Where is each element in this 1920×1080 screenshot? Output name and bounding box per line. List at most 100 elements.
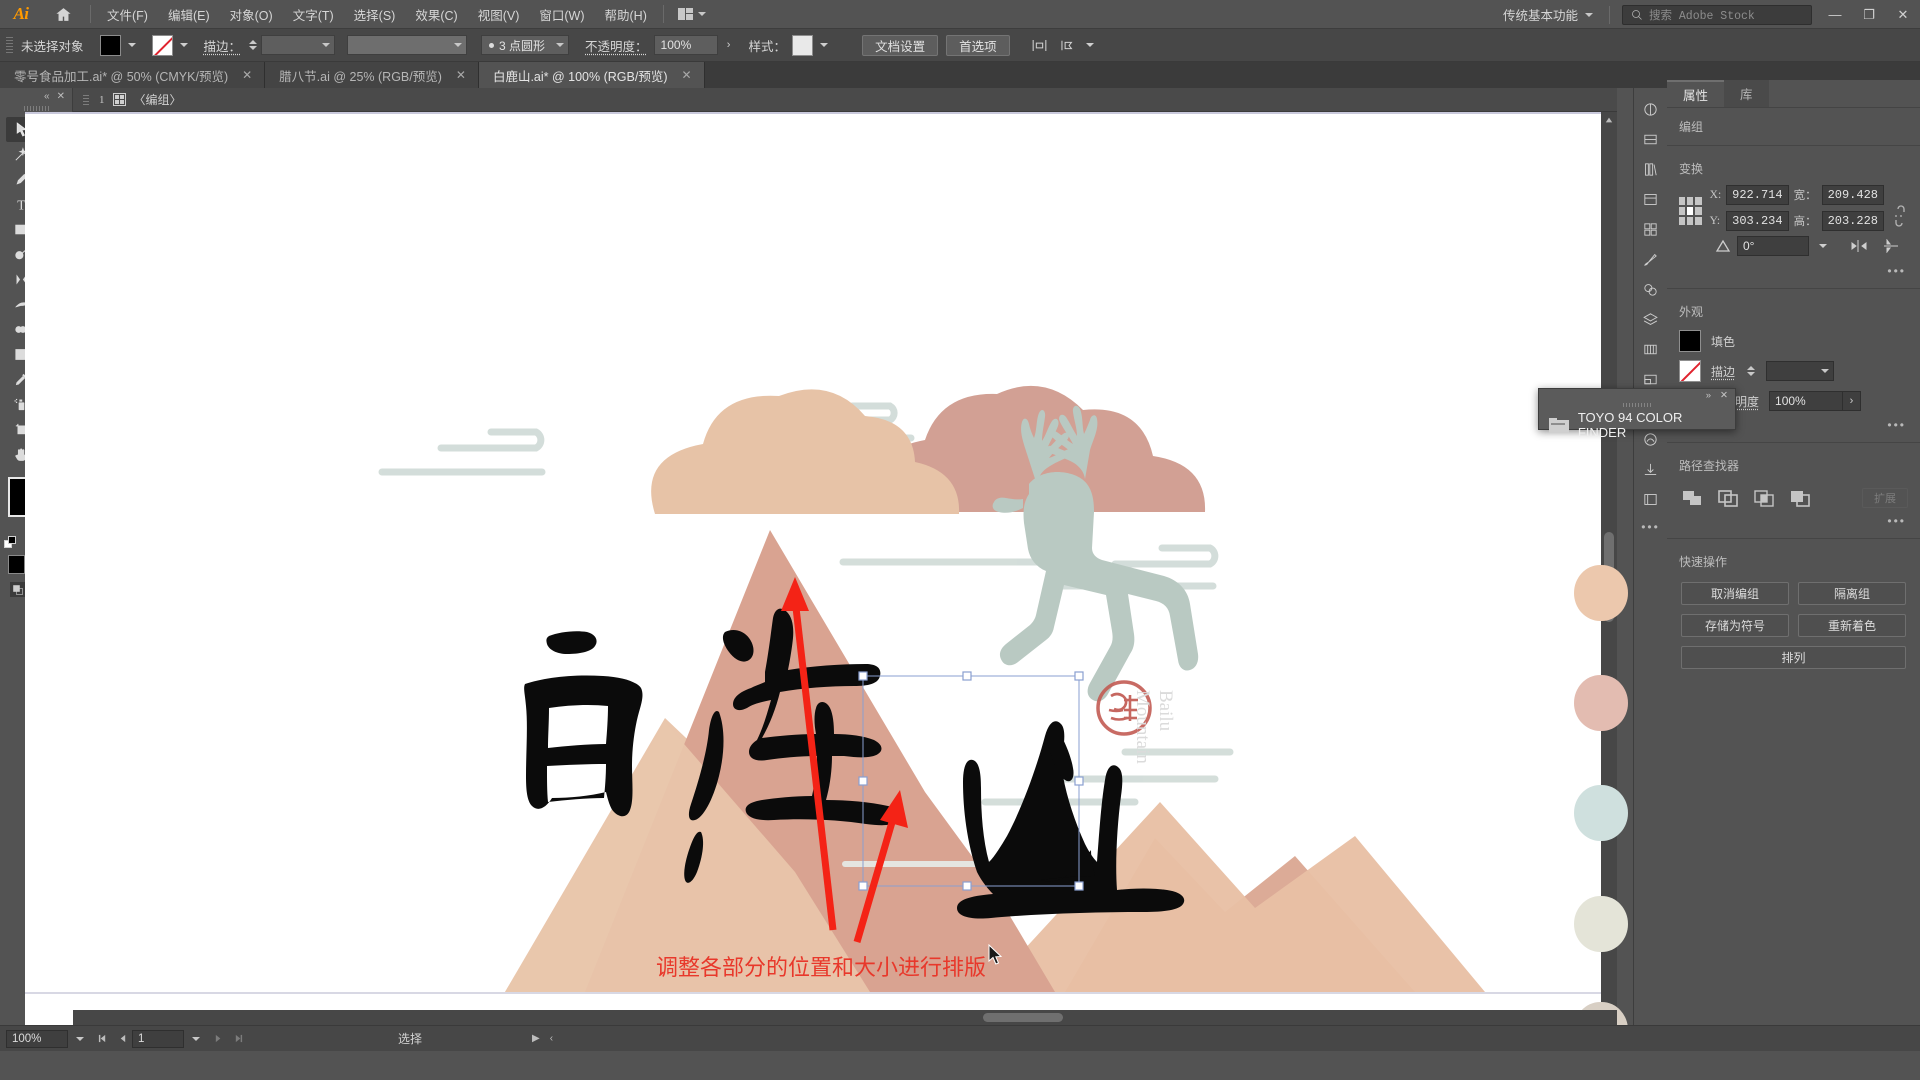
properties-icon[interactable] <box>1634 184 1667 214</box>
width-field[interactable]: 209.428 <box>1821 185 1884 205</box>
recolor-button[interactable]: 重新着色 <box>1798 614 1906 637</box>
minimize-icon[interactable]: — <box>1818 0 1852 29</box>
stock-search-input[interactable]: 搜索 Adobe Stock <box>1622 4 1812 25</box>
fill-dropdown-icon[interactable] <box>124 35 140 56</box>
color-guide-icon[interactable] <box>1634 124 1667 154</box>
document-setup-button[interactable]: 文档设置 <box>862 34 939 56</box>
close-icon[interactable]: ✕ <box>57 91 65 102</box>
stroke-weight-select[interactable] <box>1766 361 1835 381</box>
style-dropdown-icon[interactable] <box>816 35 832 56</box>
canvas[interactable]: Bailu Mountain 调整各部分的位置和大小进行排版 <box>25 112 1617 1025</box>
tab-libraries[interactable]: 库 <box>1724 80 1769 107</box>
libraries-icon[interactable] <box>1634 154 1667 184</box>
arrange-objects-icon[interactable] <box>1054 33 1082 57</box>
color-panel-icon[interactable] <box>1634 94 1667 124</box>
tab-document-3[interactable]: 白鹿山.ai* @ 100% (RGB/预览) ✕ <box>478 62 705 88</box>
stroke-weight-input[interactable] <box>261 35 336 55</box>
status-prev-icon[interactable]: ‹ <box>550 1033 553 1044</box>
last-page-icon[interactable] <box>228 1030 248 1048</box>
stroke-weight-stepper[interactable] <box>247 35 258 56</box>
preferences-button[interactable]: 首选项 <box>946 34 1010 56</box>
hscrollbar-thumb[interactable] <box>983 1013 1063 1022</box>
layers-icon[interactable] <box>1634 304 1667 334</box>
pathfinder-more-icon[interactable]: ••• <box>1667 512 1920 534</box>
close-icon[interactable]: ✕ <box>242 68 252 82</box>
collapse-icon[interactable]: « <box>44 91 50 102</box>
collapse-icon[interactable]: » <box>1706 390 1711 401</box>
status-next-icon[interactable]: ▶ <box>532 1033 540 1044</box>
flip-vertical-icon[interactable] <box>1883 238 1899 253</box>
stroke-dropdown-icon[interactable] <box>176 35 192 56</box>
stroke-swatch-none[interactable] <box>1679 360 1701 382</box>
rotation-field[interactable]: 0° <box>1737 235 1809 256</box>
unite-icon[interactable] <box>1681 488 1703 508</box>
menu-type[interactable]: 文字(T) <box>283 1 344 28</box>
broken-link-icon[interactable] <box>1892 205 1908 227</box>
canvas-horizontal-scrollbar[interactable] <box>73 1010 1617 1025</box>
status-tool-label[interactable]: 选择 <box>398 1030 422 1047</box>
save-as-symbol-button[interactable]: 存储为符号 <box>1681 614 1789 637</box>
asset-export-icon[interactable] <box>1634 454 1667 484</box>
arrange-dropdown-icon[interactable] <box>1082 35 1098 56</box>
opacity-field[interactable]: 100% <box>1769 391 1844 411</box>
control-bar-grip[interactable] <box>6 35 15 55</box>
swatch-orb-3[interactable] <box>1574 785 1628 841</box>
zoom-dropdown-icon[interactable] <box>68 1030 92 1048</box>
fill-swatch[interactable] <box>99 34 121 56</box>
fill-control[interactable] <box>99 34 140 56</box>
restore-icon[interactable]: ❐ <box>1852 0 1886 29</box>
arrange-documents-icon[interactable] <box>670 5 714 23</box>
stroke-weight-control[interactable] <box>247 35 336 56</box>
home-icon[interactable] <box>42 0 84 29</box>
menu-view[interactable]: 视图(V) <box>468 1 530 28</box>
artboard-dropdown-icon[interactable] <box>184 1030 208 1048</box>
opacity-control[interactable]: 100% › <box>653 35 737 56</box>
scroll-up-icon[interactable] <box>1601 112 1617 128</box>
gradient-icon[interactable] <box>1634 334 1667 364</box>
menu-window[interactable]: 窗口(W) <box>529 1 594 28</box>
intersect-icon[interactable] <box>1753 488 1775 508</box>
swatches-icon[interactable] <box>1634 214 1667 244</box>
opacity-flyout-icon[interactable]: › <box>721 35 737 56</box>
x-field[interactable]: 922.714 <box>1726 185 1789 205</box>
menu-object[interactable]: 对象(O) <box>220 1 283 28</box>
color-mode-icon[interactable] <box>8 555 25 574</box>
menu-select[interactable]: 选择(S) <box>344 1 406 28</box>
flip-horizontal-icon[interactable] <box>1851 239 1867 253</box>
tab-properties[interactable]: 属性 <box>1667 80 1725 107</box>
tab-document-1[interactable]: 零号食品加工.ai* @ 50% (CMYK/预览) ✕ <box>0 62 266 88</box>
brush-definition-select[interactable]: 3 点圆形 <box>481 35 570 55</box>
minus-front-icon[interactable] <box>1717 488 1739 508</box>
swatch-orb-2[interactable] <box>1574 675 1628 731</box>
close-icon[interactable]: ✕ <box>456 68 466 82</box>
zoom-level-field[interactable]: 100% <box>6 1029 68 1048</box>
breadcrumb-grip[interactable] <box>83 94 89 105</box>
close-icon[interactable]: ✕ <box>1886 0 1920 29</box>
reference-point-selector[interactable] <box>1679 197 1702 225</box>
next-page-icon[interactable] <box>208 1030 228 1048</box>
graphic-style-control[interactable] <box>792 34 832 56</box>
brushes-icon[interactable] <box>1634 244 1667 274</box>
prev-page-icon[interactable] <box>112 1030 132 1048</box>
ungroup-button[interactable]: 取消编组 <box>1681 582 1789 605</box>
graphic-style-swatch[interactable] <box>792 34 814 56</box>
tab-document-2[interactable]: 腊八节.ai @ 25% (RGB/预览) ✕ <box>265 62 479 88</box>
transform-more-icon[interactable]: ••• <box>1667 262 1920 284</box>
arrange-button[interactable]: 排列 <box>1681 646 1906 669</box>
symbols-icon[interactable] <box>1634 274 1667 304</box>
breadcrumb-group-label[interactable]: 〈编组〉 <box>134 91 182 108</box>
fill-swatch[interactable] <box>1679 330 1701 352</box>
height-field[interactable]: 203.228 <box>1821 211 1884 231</box>
swatch-orb-1[interactable] <box>1574 565 1628 621</box>
menu-effect[interactable]: 效果(C) <box>405 1 467 28</box>
stroke-color-control[interactable] <box>151 34 192 56</box>
artboards-icon[interactable] <box>1634 484 1667 514</box>
close-icon[interactable]: ✕ <box>681 68 691 82</box>
rotation-dropdown-icon[interactable] <box>1815 235 1831 256</box>
toyo-color-finder-panel[interactable]: » ✕ TOYO 94 COLOR FINDER <box>1538 388 1736 440</box>
rail-more-icon[interactable]: ••• <box>1634 520 1667 534</box>
first-page-icon[interactable] <box>92 1030 112 1048</box>
opacity-value[interactable]: 100% <box>653 35 718 55</box>
stroke-weight-stepper[interactable] <box>1745 361 1756 382</box>
workspace-switcher[interactable]: 传统基本功能 <box>1493 5 1603 24</box>
